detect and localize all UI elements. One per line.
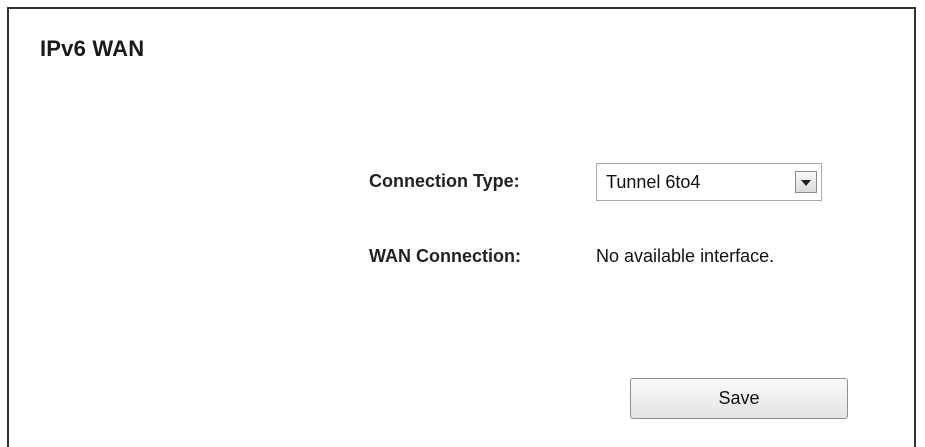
chevron-down-icon[interactable] [795,171,817,193]
connection-type-select[interactable]: Tunnel 6to4 [596,163,822,201]
settings-panel: IPv6 WAN Connection Type: Tunnel 6to4 WA… [7,7,916,447]
page-title: IPv6 WAN [40,36,145,61]
connection-type-selected-value: Tunnel 6to4 [606,172,701,192]
connection-type-label: Connection Type: [369,171,520,191]
wan-connection-label: WAN Connection: [369,246,521,266]
save-button[interactable]: Save [630,378,848,419]
wan-connection-value: No available interface. [596,246,775,266]
